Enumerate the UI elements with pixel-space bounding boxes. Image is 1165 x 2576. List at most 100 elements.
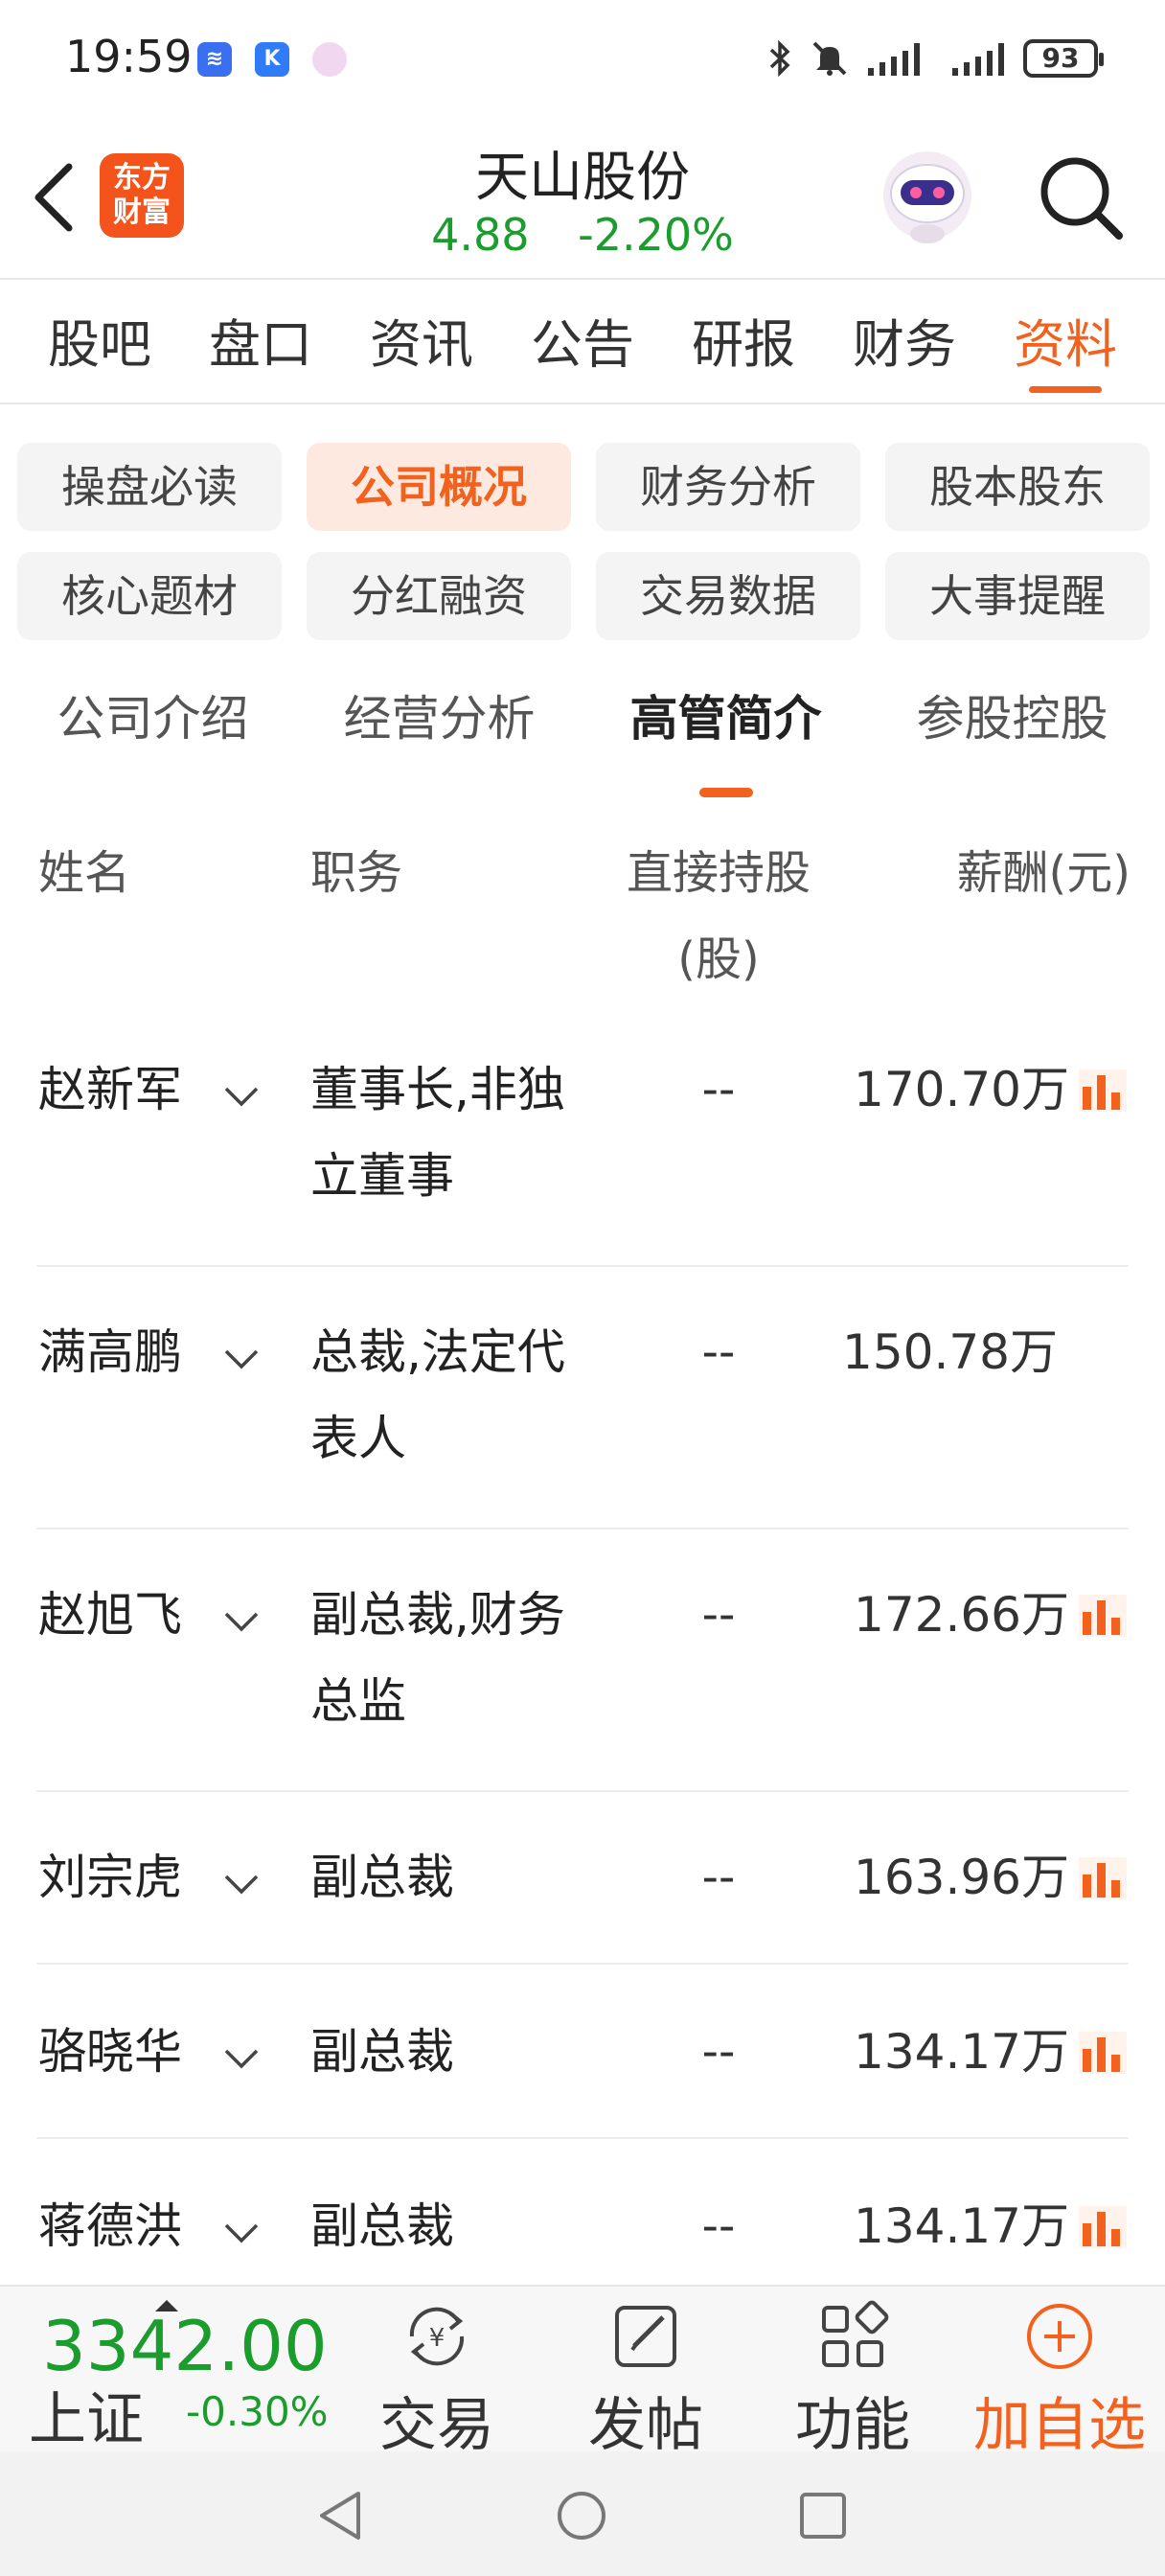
exec-shares: -- [701, 2025, 736, 2079]
chevron-down-icon[interactable] [222, 2047, 261, 2070]
salary-chart-icon[interactable] [1079, 1595, 1127, 1637]
table-row[interactable]: 骆晓华 副总裁 -- 134.17万 [0, 2009, 1165, 2139]
exec-name: 赵旭飞 [38, 1587, 182, 1643]
tab-pankou[interactable]: 盘口 [209, 288, 312, 402]
tab-guba[interactable]: 股吧 [48, 288, 151, 402]
signal-2-icon [952, 43, 1004, 76]
post-label: 发帖 [588, 2392, 703, 2459]
tab-announcements[interactable]: 公告 [531, 288, 634, 402]
exec-name: 赵新军 [38, 1062, 182, 1117]
category-shareholders[interactable]: 股本股东 [885, 443, 1150, 531]
k-app-icon: K [255, 42, 289, 77]
table-row[interactable]: 刘宗虎 副总裁 -- 163.96万 [0, 1834, 1165, 1965]
exec-role: 副总裁 [310, 1850, 454, 1905]
functions-button[interactable]: 功能 [766, 2300, 939, 2462]
category-trading-guide[interactable]: 操盘必读 [17, 443, 282, 531]
category-core-themes[interactable]: 核心题材 [17, 552, 282, 640]
stock-price: 4.88 [431, 209, 530, 261]
table-row[interactable]: 赵旭飞 副总裁,财务 总监 -- 172.66万 [0, 1572, 1165, 1792]
salary-chart-icon[interactable] [1079, 2206, 1127, 2248]
chevron-down-icon[interactable] [222, 1085, 261, 1108]
chevron-down-icon[interactable] [222, 1347, 261, 1370]
add-watchlist-button[interactable]: 加自选 [973, 2300, 1146, 2462]
category-company-overview[interactable]: 公司概况 [307, 443, 571, 531]
stock-change: -2.20% [578, 209, 734, 261]
exec-role-line1: 董事长,非独 [310, 1062, 565, 1117]
index-change: -0.30% [186, 2388, 329, 2435]
exec-shares: -- [701, 1851, 736, 1904]
system-nav-bar [0, 2451, 1165, 2576]
category-dividends-financing[interactable]: 分红融资 [307, 552, 571, 640]
exec-name: 骆晓华 [38, 2024, 182, 2080]
row-divider [36, 1528, 1129, 1530]
tab-profile[interactable]: 资料 [1014, 288, 1117, 402]
salary-chart-icon[interactable] [1079, 1857, 1127, 1899]
post-button[interactable]: 发帖 [560, 2300, 732, 2462]
row-divider [36, 1790, 1129, 1792]
exec-role: 董事长,非独 立董事 [310, 1046, 598, 1219]
exec-role: 副总裁 [310, 2024, 454, 2080]
header-name: 姓名 [38, 846, 131, 900]
subtab-company-intro[interactable]: 公司介绍 [57, 671, 249, 786]
exec-shares: -- [701, 1325, 736, 1379]
functions-label: 功能 [795, 2392, 910, 2459]
tabs-divider [0, 402, 1165, 404]
apps-grid-icon [822, 2300, 889, 2367]
exec-role: 副总裁,财务 总监 [310, 1572, 598, 1744]
nav-recents-icon[interactable] [799, 2492, 847, 2540]
table-row[interactable]: 满高鹏 总裁,法定代 表人 -- 150.78万 [0, 1309, 1165, 1530]
exec-shares: -- [701, 1063, 736, 1116]
chevron-down-icon[interactable] [222, 1610, 261, 1633]
subtab-operations[interactable]: 经营分析 [344, 671, 536, 786]
trade-label: 交易 [379, 2392, 494, 2459]
bluetooth-icon [769, 39, 790, 78]
exec-salary: 134.17万 [854, 2198, 1069, 2254]
stock-quote: 4.88 -2.20% [0, 209, 1165, 261]
header-divider [0, 278, 1165, 280]
table-row[interactable]: 蒋德洪 副总裁 -- 134.17万 [0, 2183, 1165, 2285]
nav-back-icon[interactable] [316, 2490, 364, 2542]
index-name: 上证 [29, 2386, 144, 2453]
exec-name: 满高鹏 [38, 1324, 182, 1380]
exec-salary: 163.96万 [854, 1850, 1069, 1905]
category-event-reminders[interactable]: 大事提醒 [885, 552, 1150, 640]
category-grid: 操盘必读 公司概况 财务分析 股本股东 核心题材 分红融资 交易数据 大事提醒 [17, 443, 1150, 640]
exec-salary: 150.78万 [842, 1324, 1058, 1380]
bottom-toolbar: 3342.00 上证 -0.30% ¥ 交易 发帖 功能 加自选 [0, 2285, 1165, 2459]
exec-salary: 170.70万 [854, 1062, 1069, 1117]
row-divider [36, 1265, 1129, 1267]
nav-home-icon[interactable] [556, 2490, 607, 2542]
voice-app-icon: ≋ [197, 42, 232, 77]
tab-finance[interactable]: 财务 [853, 288, 956, 402]
exec-role-line1: 总裁,法定代 [310, 1324, 565, 1380]
exec-role: 总裁,法定代 表人 [310, 1309, 598, 1482]
subtab-holdings[interactable]: 参股控股 [917, 671, 1108, 786]
exec-role-line2: 表人 [310, 1411, 406, 1466]
tab-news[interactable]: 资讯 [370, 288, 473, 402]
exec-salary: 134.17万 [854, 2024, 1069, 2080]
header-shares: 直接持股 (股) [613, 830, 824, 1002]
chevron-down-icon[interactable] [222, 1873, 261, 1896]
svg-text:¥: ¥ [429, 2324, 445, 2353]
header-shares-line1: 直接持股 [626, 846, 811, 900]
executives-table-header: 姓名 职务 直接持股 (股) 薪酬(元) [0, 830, 1165, 1002]
category-trading-data[interactable]: 交易数据 [596, 552, 860, 640]
category-financial-analysis[interactable]: 财务分析 [596, 443, 860, 531]
exec-shares: -- [701, 2199, 736, 2253]
row-divider [36, 1963, 1129, 1965]
table-row[interactable]: 赵新军 董事长,非独 立董事 -- 170.70万 [0, 1046, 1165, 1267]
add-circle-icon [1027, 2304, 1092, 2369]
compose-icon [615, 2306, 676, 2367]
subtab-executives[interactable]: 高管简介 [630, 671, 822, 797]
battery-icon: 93 [1023, 39, 1104, 78]
chevron-down-icon[interactable] [222, 2221, 261, 2244]
tab-research[interactable]: 研报 [692, 288, 795, 402]
salary-chart-icon[interactable] [1079, 2032, 1127, 2074]
exec-role-line1: 副总裁,财务 [310, 1587, 565, 1643]
signal-1-icon [868, 43, 920, 76]
robot-assistant-icon[interactable] [876, 146, 979, 249]
trade-button[interactable]: ¥ 交易 [351, 2300, 523, 2462]
search-icon[interactable] [1037, 153, 1125, 242]
salary-chart-icon[interactable] [1079, 1070, 1127, 1112]
sub-tabs: 公司介绍 经营分析 高管简介 参股控股 [0, 671, 1165, 797]
